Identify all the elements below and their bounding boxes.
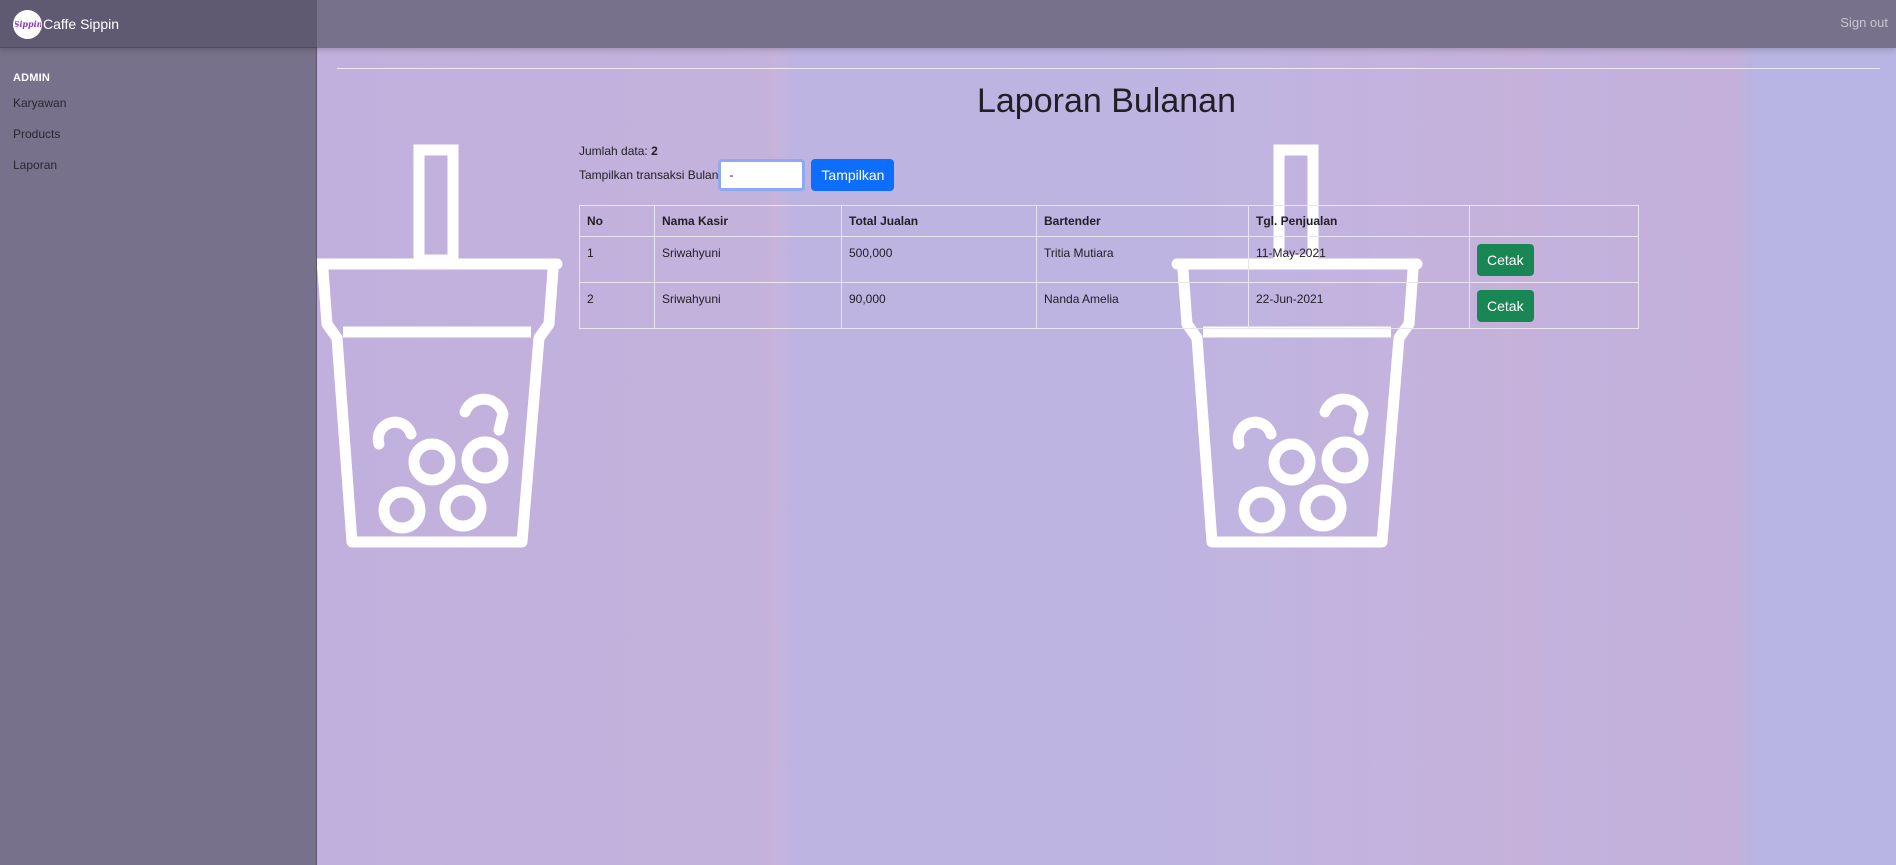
divider [337, 68, 1880, 69]
cell-no: 2 [579, 282, 655, 329]
brand[interactable]: Sippin Caffe Sippin [0, 0, 317, 48]
table-row: 1 Sriwahyuni 500,000 Tritia Mutiara 11-M… [579, 236, 1639, 283]
column-header-bartender: Bartender [1036, 205, 1249, 237]
show-button[interactable]: Tampilkan [811, 159, 895, 191]
top-navbar: Sippin Caffe Sippin Sign out [0, 0, 1896, 48]
bubble-tea-cup-icon [317, 144, 563, 548]
cell-action: Cetak [1469, 282, 1639, 329]
print-button[interactable]: Cetak [1477, 289, 1534, 322]
column-header-no: No [579, 205, 655, 237]
record-count-label: Jumlah data: [579, 144, 648, 158]
cell-bartender: Tritia Mutiara [1036, 236, 1249, 283]
column-header-cashier: Nama Kasir [654, 205, 842, 237]
brand-logo: Sippin [13, 9, 42, 39]
column-header-total: Total Jualan [841, 205, 1037, 237]
sidebar-item-products[interactable]: Products [13, 127, 60, 141]
table-header-row: No Nama Kasir Total Jualan Bartender Tgl… [579, 205, 1639, 237]
report-table: No Nama Kasir Total Jualan Bartender Tgl… [579, 205, 1639, 329]
page-title: Laporan Bulanan [976, 82, 1236, 120]
sidebar-heading: ADMIN [13, 72, 51, 84]
column-header-date: Tgl. Penjualan [1248, 205, 1470, 237]
cell-cashier: Sriwahyuni [654, 282, 842, 329]
cell-total: 500,000 [841, 236, 1037, 283]
sidebar-item-karyawan[interactable]: Karyawan [13, 96, 66, 110]
table-row: 2 Sriwahyuni 90,000 Nanda Amelia 22-Jun-… [579, 282, 1639, 329]
cell-action: Cetak [1469, 236, 1639, 283]
print-button[interactable]: Cetak [1477, 243, 1534, 276]
record-count-value: 2 [651, 144, 658, 158]
month-filter: Tampilkan transaksi Bulan Tampilkan [579, 159, 895, 191]
cell-no: 1 [579, 236, 655, 283]
sign-out-link[interactable]: Sign out [1840, 15, 1888, 30]
cell-date: 22-Jun-2021 [1248, 282, 1470, 329]
cell-total: 90,000 [841, 282, 1037, 329]
month-filter-label: Tampilkan transaksi Bulan [579, 168, 719, 182]
cell-date: 11-May-2021 [1248, 236, 1470, 283]
logo-wordmark-icon: Sippin [15, 19, 41, 29]
sidebar-item-laporan[interactable]: Laporan [13, 158, 57, 172]
record-count: Jumlah data: 2 [579, 144, 658, 158]
sidebar: ADMIN Karyawan Products Laporan [0, 48, 317, 865]
brand-name: Caffe Sippin [43, 16, 120, 32]
cell-cashier: Sriwahyuni [654, 236, 842, 283]
svg-text:Sippin: Sippin [15, 19, 41, 29]
cell-bartender: Nanda Amelia [1036, 282, 1249, 329]
main-content: Laporan Bulanan Jumlah data: 2 Tampilkan… [317, 48, 1896, 865]
month-input[interactable] [718, 159, 806, 191]
column-header-action [1469, 205, 1639, 237]
